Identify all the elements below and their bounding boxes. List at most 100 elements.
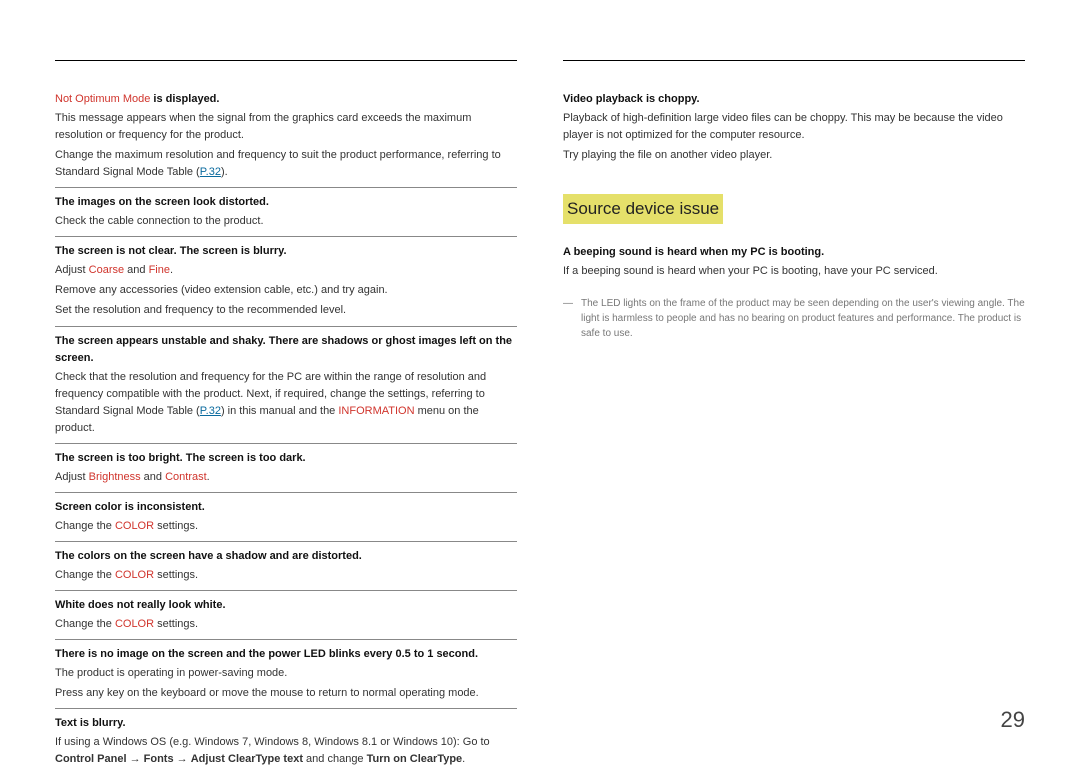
- qa-item: The screen is not clear. The screen is b…: [55, 237, 517, 326]
- text: Text is blurry.: [55, 717, 126, 729]
- text: Set the resolution and frequency to the …: [55, 304, 346, 316]
- question: There is no image on the screen and the …: [55, 646, 517, 663]
- text: There is no image on the screen and the …: [55, 648, 478, 660]
- qa-item: The screen is too bright. The screen is …: [55, 444, 517, 493]
- text: Screen color is inconsistent.: [55, 501, 205, 513]
- answer-line: Change the COLOR settings.: [55, 567, 517, 584]
- highlighted-term: Fine: [149, 264, 170, 276]
- text: Video playback is choppy.: [563, 93, 700, 105]
- highlighted-term: Contrast: [165, 471, 207, 483]
- text: Change the: [55, 569, 115, 581]
- text: ).: [221, 166, 228, 178]
- right-column: Video playback is choppy. Playback of hig…: [563, 60, 1025, 723]
- text: The colors on the screen have a shadow a…: [55, 550, 362, 562]
- answer-line: Press any key on the keyboard or move th…: [55, 685, 517, 702]
- text: Adjust: [55, 264, 89, 276]
- text: Check the cable connection to the produc…: [55, 215, 264, 227]
- text: settings.: [154, 520, 198, 532]
- text: Try playing the file on another video pl…: [563, 149, 772, 161]
- text: The screen appears unstable and shaky. T…: [55, 335, 512, 364]
- highlighted-term: Brightness: [89, 471, 141, 483]
- qa-item: Not Optimum Mode is displayed. This messa…: [55, 85, 517, 188]
- text: and: [124, 264, 148, 276]
- text: Adjust: [55, 471, 89, 483]
- question: The colors on the screen have a shadow a…: [55, 548, 517, 565]
- text: .: [462, 753, 465, 765]
- page-reference-link[interactable]: P.32: [200, 166, 221, 178]
- bold-term: Fonts: [144, 753, 174, 765]
- page-number: 29: [1001, 707, 1025, 733]
- section-heading: Source device issue: [563, 194, 723, 223]
- text: ) in this manual and the: [221, 405, 338, 417]
- highlighted-term: COLOR: [115, 618, 154, 630]
- text: and: [141, 471, 165, 483]
- qa-item: The screen appears unstable and shaky. T…: [55, 327, 517, 444]
- question: The images on the screen look distorted.: [55, 194, 517, 211]
- text: If using a Windows OS (e.g. Windows 7, W…: [55, 736, 490, 748]
- bold-term: Adjust ClearType text: [191, 753, 303, 765]
- answer-line: Change the COLOR settings.: [55, 616, 517, 633]
- text: .: [207, 471, 210, 483]
- text: and change: [303, 753, 367, 765]
- text: Change the: [55, 520, 115, 532]
- qa-item: There is no image on the screen and the …: [55, 640, 517, 709]
- qa-item: A beeping sound is heard when my PC is b…: [563, 238, 1025, 286]
- footnote: The LED lights on the frame of the produ…: [563, 296, 1025, 341]
- text: A beeping sound is heard when my PC is b…: [563, 246, 824, 258]
- text: settings.: [154, 618, 198, 630]
- answer-line: Change the COLOR settings.: [55, 518, 517, 535]
- left-column: Not Optimum Mode is displayed. This messa…: [55, 60, 517, 723]
- text: Change the: [55, 618, 115, 630]
- text: Playback of high-definition large video …: [563, 112, 1003, 141]
- answer-line: Adjust Brightness and Contrast.: [55, 469, 517, 486]
- question: White does not really look white.: [55, 597, 517, 614]
- question: Video playback is choppy.: [563, 91, 1025, 108]
- question: Not Optimum Mode is displayed.: [55, 91, 517, 108]
- answer-line: Remove any accessories (video extension …: [55, 282, 517, 299]
- page-reference-link[interactable]: P.32: [200, 405, 221, 417]
- text: The images on the screen look distorted.: [55, 196, 269, 208]
- arrow-icon: →: [127, 753, 144, 765]
- text: The screen is too bright. The screen is …: [55, 452, 306, 464]
- answer-line: If using a Windows OS (e.g. Windows 7, W…: [55, 734, 517, 768]
- qa-item: Video playback is choppy. Playback of hig…: [563, 85, 1025, 170]
- answer-line: Playback of high-definition large video …: [563, 110, 1025, 144]
- answer-line: Check the cable connection to the produc…: [55, 213, 517, 230]
- qa-item: The images on the screen look distorted.…: [55, 188, 517, 237]
- document-page: Not Optimum Mode is displayed. This messa…: [0, 0, 1080, 763]
- text: Press any key on the keyboard or move th…: [55, 687, 479, 699]
- qa-item: White does not really look white. Change …: [55, 591, 517, 640]
- question: Screen color is inconsistent.: [55, 499, 517, 516]
- qa-item: Screen color is inconsistent. Change the …: [55, 493, 517, 542]
- question: The screen is not clear. The screen is b…: [55, 243, 517, 260]
- answer-line: The product is operating in power-saving…: [55, 665, 517, 682]
- text: The product is operating in power-saving…: [55, 667, 287, 679]
- highlighted-term: COLOR: [115, 520, 154, 532]
- answer-line: Change the maximum resolution and freque…: [55, 147, 517, 181]
- question: The screen appears unstable and shaky. T…: [55, 333, 517, 367]
- text: If a beeping sound is heard when your PC…: [563, 265, 938, 277]
- text: This message appears when the signal fro…: [55, 112, 471, 141]
- question: The screen is too bright. The screen is …: [55, 450, 517, 467]
- qa-item: Text is blurry. If using a Windows OS (e.…: [55, 709, 517, 774]
- highlighted-term: Coarse: [89, 264, 124, 276]
- text: Change the maximum resolution and freque…: [55, 149, 501, 178]
- section-heading-wrap: Source device issue: [563, 194, 1025, 223]
- highlighted-term: INFORMATION: [338, 405, 414, 417]
- qa-item: The colors on the screen have a shadow a…: [55, 542, 517, 591]
- text: is displayed.: [150, 93, 219, 105]
- highlighted-term: Not Optimum Mode: [55, 93, 150, 105]
- text: .: [170, 264, 173, 276]
- question: Text is blurry.: [55, 715, 517, 732]
- text: White does not really look white.: [55, 599, 226, 611]
- answer-line: If a beeping sound is heard when your PC…: [563, 263, 1025, 280]
- answer-line: Try playing the file on another video pl…: [563, 147, 1025, 164]
- answer-line: This message appears when the signal fro…: [55, 110, 517, 144]
- answer-line: Set the resolution and frequency to the …: [55, 302, 517, 319]
- text: The screen is not clear. The screen is b…: [55, 245, 287, 257]
- arrow-icon: →: [174, 753, 191, 765]
- bold-term: Turn on ClearType: [367, 753, 463, 765]
- question: A beeping sound is heard when my PC is b…: [563, 244, 1025, 261]
- answer-line: Check that the resolution and frequency …: [55, 369, 517, 437]
- answer-line: Adjust Coarse and Fine.: [55, 262, 517, 279]
